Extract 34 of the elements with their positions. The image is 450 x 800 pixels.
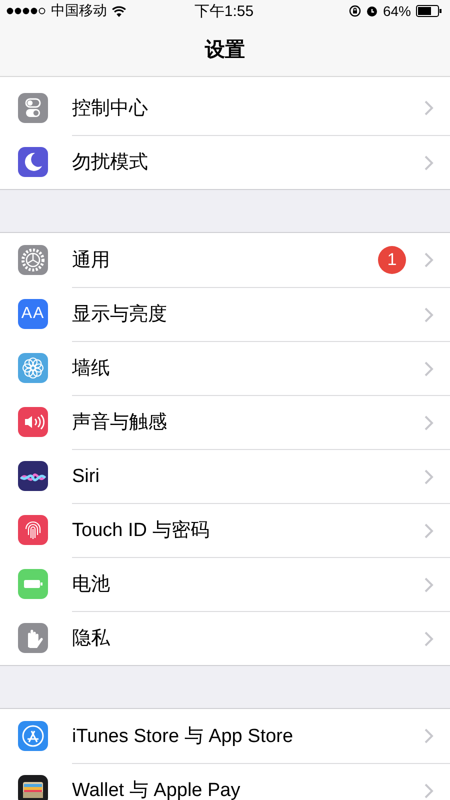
settings-row[interactable]: 墙纸 [72,340,450,396]
chevron-icon [424,252,434,268]
chevron-icon [424,728,434,744]
notification-badge: 1 [378,246,406,274]
settings-row[interactable]: 通用 1 [72,233,450,287]
settings-row[interactable]: iTunes Store 与 App Store [72,709,450,763]
chevron-icon [424,630,434,646]
settings-row[interactable]: 电池 [72,556,450,612]
chevron-icon [424,576,434,592]
chevron-icon [424,414,434,430]
settings-row[interactable]: Wallet 与 Apple Pay [72,762,450,800]
settings-row[interactable]: 显示与亮度 [72,286,450,342]
chevron-icon [424,360,434,376]
chevron-icon [424,100,434,116]
settings-row[interactable]: 勿扰模式 [72,134,450,190]
chevron-icon [424,522,434,538]
settings-row[interactable]: 声音与触感 [72,394,450,450]
chevron-icon [424,468,434,484]
alarm-icon [366,5,378,17]
chevron-icon [424,154,434,170]
battery-icon [416,5,442,17]
signal-icon [6,7,46,15]
settings-row[interactable]: Siri [72,448,450,504]
carrier-name: 中国移动 [51,2,107,20]
chevron-icon [424,306,434,322]
settings-row[interactable]: Touch ID 与密码 [72,502,450,558]
settings-row[interactable]: 隐私 [72,610,450,666]
screen-title: 设置 [205,38,245,62]
battery-percentage: 64% [382,3,411,19]
settings-row[interactable]: 控制中心 [72,81,450,135]
text-size-icon: AA [18,299,48,329]
status-time: 下午1:55 [194,2,254,20]
rotation-lock-icon [348,5,361,17]
wifi-icon [112,6,126,16]
